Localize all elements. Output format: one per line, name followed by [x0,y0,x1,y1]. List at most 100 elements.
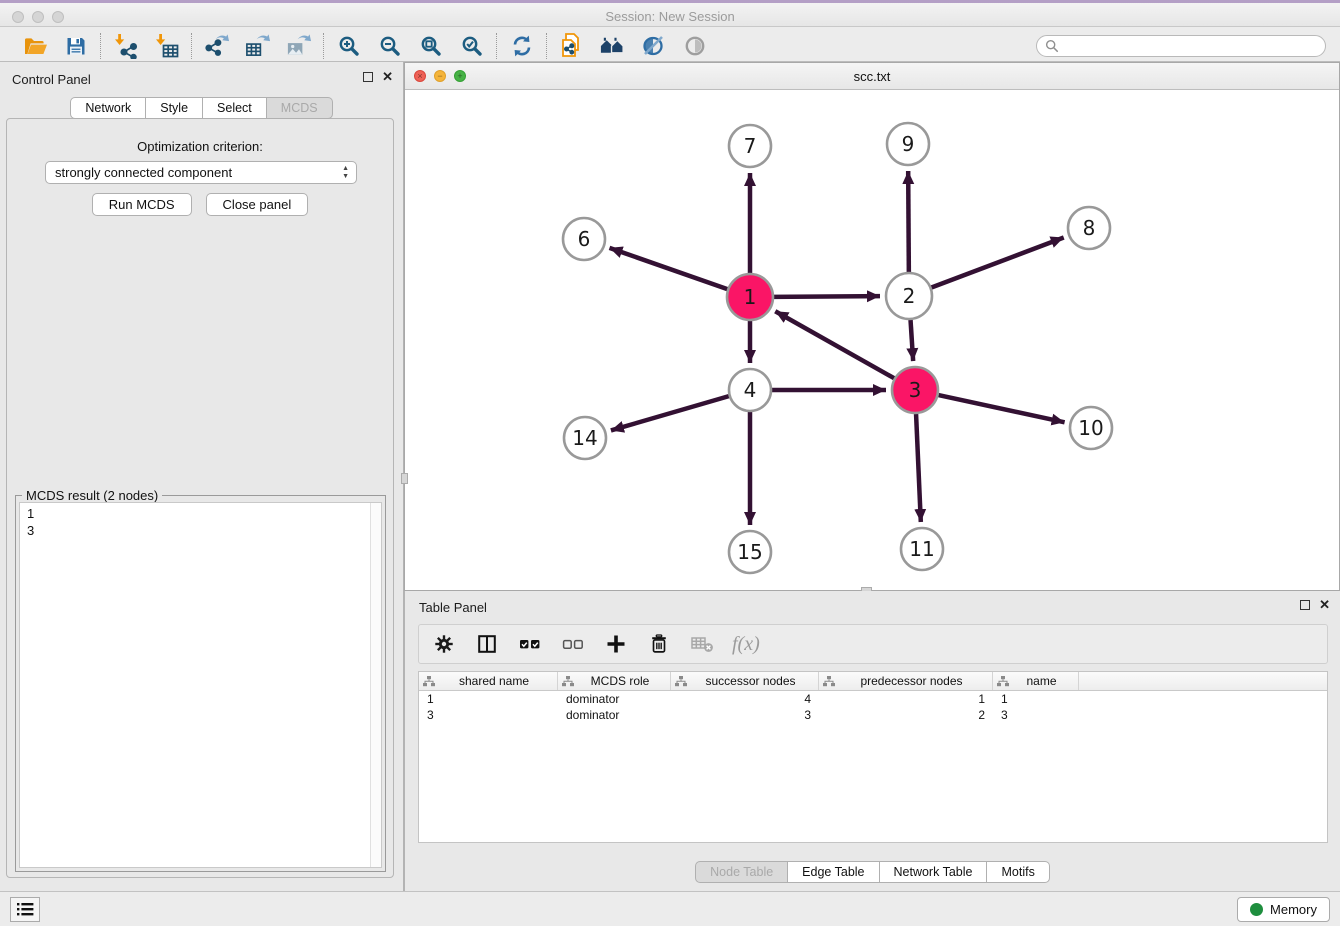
graph-node-2[interactable]: 2 [886,273,932,319]
graph-edge-2-8[interactable] [931,238,1063,288]
close-panel-icon[interactable]: ✕ [382,72,393,82]
search-icon [1045,39,1059,53]
list-icon [16,902,34,917]
first-neighbors-icon[interactable] [599,32,626,59]
tab-mcds[interactable]: MCDS [267,97,333,119]
graph-node-14[interactable]: 14 [564,417,606,459]
svg-text:3: 3 [909,378,922,402]
float-panel-icon[interactable] [363,72,373,82]
table-cell: 1 [993,691,1079,707]
control-panel: Control Panel ✕ NetworkStyleSelectMCDS O… [0,62,404,891]
zoom-in-icon[interactable] [335,32,362,59]
svg-text:15: 15 [737,540,762,564]
svg-text:11: 11 [909,537,934,561]
column-header-name[interactable]: name [993,672,1079,690]
tab-style[interactable]: Style [146,97,203,119]
node-table: shared nameMCDS rolesuccessor nodesprede… [418,671,1328,843]
svg-text:9: 9 [902,132,915,156]
table-cell: dominator [558,707,671,723]
column-header-successor-nodes[interactable]: successor nodes [671,672,819,690]
graph-edge-2-9[interactable] [908,171,909,272]
graph-node-9[interactable]: 9 [887,123,929,165]
export-table-icon[interactable] [244,32,271,59]
table-tabs: Node TableEdge TableNetwork TableMotifs [405,861,1340,883]
column-header-predecessor-nodes[interactable]: predecessor nodes [819,672,993,690]
network-window-title: scc.txt [405,69,1339,84]
tab-edge-table[interactable]: Edge Table [788,861,879,883]
hide-selected-icon[interactable] [640,32,667,59]
tab-motifs[interactable]: Motifs [987,861,1049,883]
graph-edge-2-3[interactable] [911,320,914,361]
task-history-button[interactable] [10,897,40,922]
memory-button[interactable]: Memory [1237,897,1330,922]
zoom-out-icon[interactable] [376,32,403,59]
table-cell: 3 [419,707,558,723]
graph-edge-1-6[interactable] [609,248,727,289]
graph-edge-3-11[interactable] [916,414,921,522]
graph-node-8[interactable]: 8 [1068,207,1110,249]
table-cell: 4 [671,691,819,707]
svg-text:10: 10 [1078,416,1103,440]
network-window-titlebar[interactable]: × − + scc.txt [405,63,1339,90]
mcds-result-title: MCDS result (2 nodes) [22,488,162,503]
table-row[interactable]: 3dominator323 [419,707,1327,723]
apply-layout-icon[interactable] [508,32,535,59]
deselect-all-icon[interactable] [560,631,586,657]
close-table-panel-icon[interactable]: ✕ [1319,600,1330,610]
graph-edge-3-1[interactable] [775,311,894,378]
trash-icon[interactable] [646,631,672,657]
column-header-MCDS-role[interactable]: MCDS role [558,672,671,690]
export-network-icon[interactable] [203,32,230,59]
mcds-panel: Optimization criterion: strongly connect… [6,118,394,878]
columns-icon[interactable] [474,631,500,657]
duplicate-network-icon[interactable] [558,32,585,59]
gear-icon[interactable] [431,631,457,657]
tab-node-table[interactable]: Node Table [695,861,788,883]
float-table-panel-icon[interactable] [1300,600,1310,610]
table-row[interactable]: 1dominator411 [419,691,1327,707]
graph-node-11[interactable]: 11 [901,528,943,570]
graph-node-15[interactable]: 15 [729,531,771,573]
graph-node-1[interactable]: 1 [727,274,773,320]
graph-edge-1-2[interactable] [774,296,880,297]
network-canvas[interactable]: 7 9 6 8 1 2 4 3 14 10 15 11 [405,90,1339,590]
graph-node-7[interactable]: 7 [729,125,771,167]
zoom-fit-icon[interactable] [417,32,444,59]
search-input[interactable] [1064,39,1317,53]
save-session-icon[interactable] [62,32,89,59]
open-file-icon[interactable] [21,32,48,59]
control-panel-tabs: NetworkStyleSelectMCDS [0,97,403,119]
svg-text:1: 1 [744,285,757,309]
select-all-icon[interactable] [517,631,543,657]
graph-node-4[interactable]: 4 [729,369,771,411]
svg-text:7: 7 [744,134,757,158]
optimization-select[interactable]: strongly connected component ▲▼ [45,161,357,184]
svg-text:4: 4 [744,378,757,402]
tab-network[interactable]: Network [70,97,146,119]
import-table-icon[interactable] [153,32,180,59]
tab-select[interactable]: Select [203,97,267,119]
graph-edge-3-10[interactable] [938,395,1064,422]
add-icon[interactable] [603,631,629,657]
graph-edge-4-14[interactable] [611,396,729,430]
vertical-splitter-handle[interactable] [401,473,408,484]
import-network-icon[interactable] [112,32,139,59]
show-graphics-details-icon[interactable] [681,32,708,59]
memory-status-icon [1250,903,1263,916]
column-header-shared-name[interactable]: shared name [419,672,558,690]
result-scrollbar[interactable] [370,503,381,867]
close-panel-button[interactable]: Close panel [206,193,309,216]
chevron-updown-icon: ▲▼ [342,165,349,181]
search-box[interactable] [1036,35,1326,57]
run-mcds-button[interactable]: Run MCDS [92,193,192,216]
graph-node-10[interactable]: 10 [1070,407,1112,449]
svg-text:6: 6 [578,227,591,251]
graph-node-3[interactable]: 3 [892,367,938,413]
graph-node-6[interactable]: 6 [563,218,605,260]
mcds-result-textarea[interactable]: 1 3 [19,502,382,868]
table-panel: Table Panel ✕ [404,591,1340,891]
export-image-icon[interactable] [285,32,312,59]
tab-network-table[interactable]: Network Table [880,861,988,883]
zoom-selected-icon[interactable] [458,32,485,59]
table-panel-title: Table Panel [419,600,487,615]
